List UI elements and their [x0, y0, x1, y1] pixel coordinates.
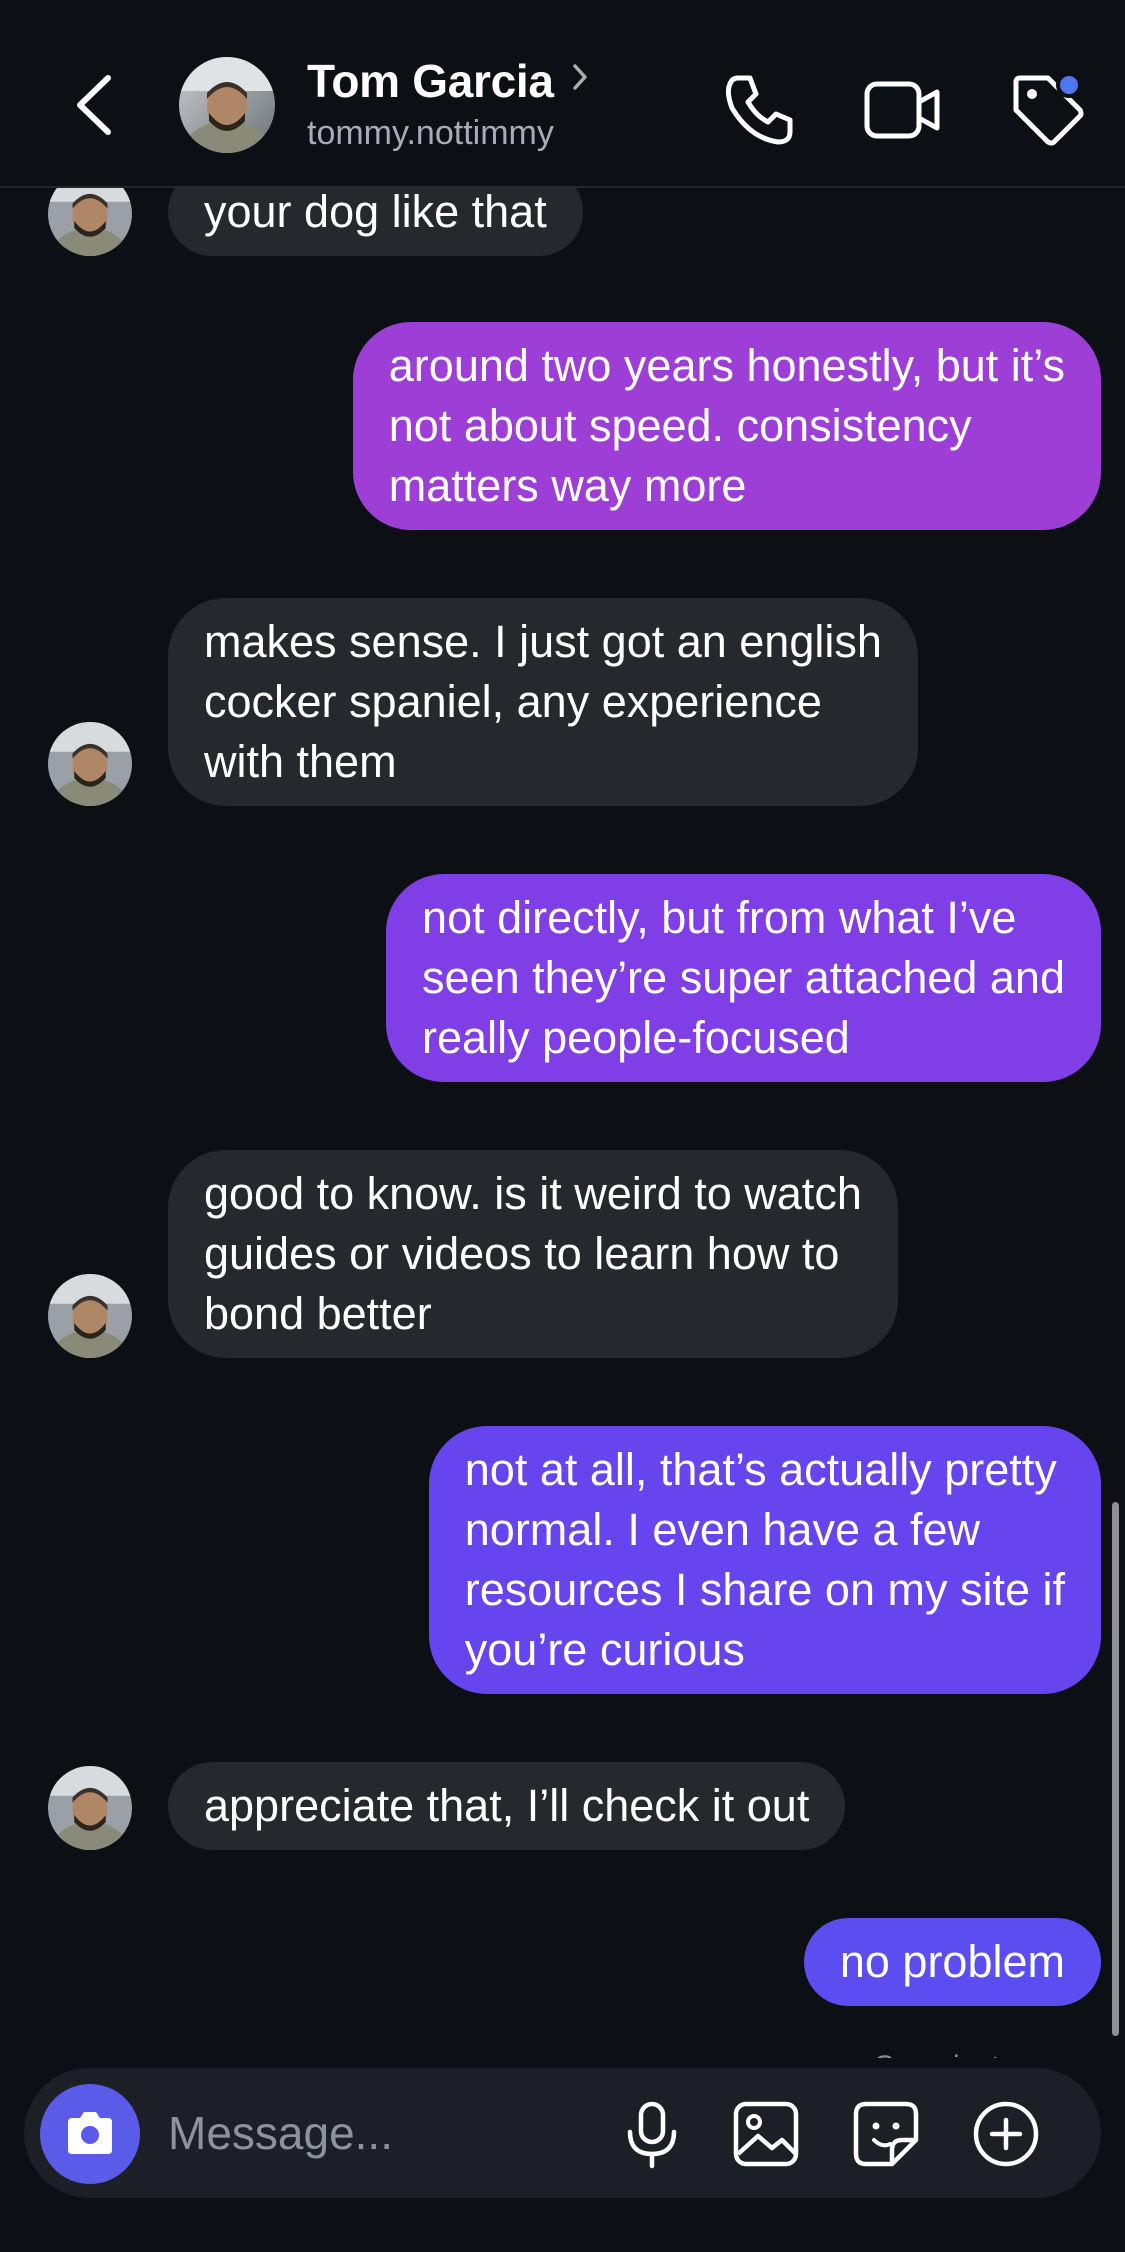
message-text-line: seen they’re super attached and [422, 952, 1065, 1003]
message-text-line: matters way more [388, 460, 747, 511]
contact-name[interactable]: Tom Garcia [307, 54, 554, 108]
message-input[interactable] [168, 2102, 588, 2164]
incoming-message[interactable]: appreciate that, I’ll check it out [168, 1762, 846, 1850]
voice-message-button[interactable] [616, 2098, 688, 2170]
sender-avatar[interactable] [48, 1766, 132, 1850]
message-text-line: good to know. is it weird to watch [204, 1168, 862, 1219]
message-text-line: guides or videos to learn how to [204, 1228, 840, 1279]
sender-avatar[interactable] [48, 722, 132, 806]
voice-call-button[interactable] [718, 70, 798, 150]
camera-button[interactable] [40, 2084, 140, 2184]
message-text-line: not directly, but from what I’ve [422, 892, 1017, 943]
message-text-line: resources I share on my site if [464, 1564, 1065, 1615]
sender-avatar[interactable] [48, 1274, 132, 1358]
more-options-button[interactable] [970, 2098, 1042, 2170]
chevron-right-icon [572, 63, 588, 96]
video-call-button[interactable] [862, 70, 942, 150]
message-text-line: makes sense. I just got an english [204, 616, 882, 667]
contact-username: tommy.nottimmy [307, 114, 554, 152]
message-text-line: cocker spaniel, any experience [204, 676, 822, 727]
microphone-icon [627, 2101, 677, 2169]
outgoing-message[interactable]: no problem [803, 1918, 1101, 2006]
home-indicator [426, 2228, 700, 2238]
message-text-line: bond better [204, 1288, 432, 1339]
outgoing-message[interactable]: around two years honestly, but it’s not a… [352, 322, 1101, 530]
incoming-message[interactable]: your dog like that [168, 188, 583, 256]
sender-avatar[interactable] [48, 188, 132, 256]
message-text-line: not at all, that’s actually pretty [464, 1444, 1057, 1495]
video-camera-icon [864, 81, 940, 139]
phone-icon [725, 75, 793, 145]
message-text-line: no problem [839, 1936, 1065, 1987]
gallery-icon [733, 2101, 799, 2167]
outgoing-message[interactable]: not directly, but from what I’ve seen the… [386, 874, 1101, 1082]
message-text-line: appreciate that, I’ll check it out [204, 1780, 810, 1831]
gallery-button[interactable] [730, 2098, 802, 2170]
contact-avatar[interactable] [179, 57, 275, 153]
message-text-line: normal. I even have a few [464, 1504, 981, 1555]
notification-dot [1056, 72, 1082, 98]
chevron-left-icon [77, 75, 111, 135]
scrollbar[interactable] [1112, 1502, 1119, 2036]
message-text-line: your dog like that [204, 188, 547, 237]
contact-info[interactable]: Tom Garcia tommy.nottimmy [307, 54, 588, 153]
message-text-line: with them [204, 736, 397, 787]
message-text-line: you’re curious [464, 1624, 745, 1675]
message-text-line: really people-focused [422, 1012, 850, 1063]
seen-status: Seen just now [875, 2050, 1063, 2058]
camera-icon [68, 2112, 112, 2154]
sticker-button[interactable] [850, 2098, 922, 2170]
message-composer [24, 2068, 1101, 2198]
incoming-message[interactable]: makes sense. I just got an english cocker… [168, 598, 918, 806]
plus-circle-icon [973, 2101, 1039, 2167]
sticker-icon [853, 2101, 919, 2167]
outgoing-message[interactable]: not at all, that’s actually pretty normal… [428, 1426, 1101, 1694]
message-thread[interactable]: your dog like that around two years hones… [0, 188, 1125, 2058]
back-button[interactable] [66, 70, 126, 140]
message-text-line: not about speed. consistency [388, 400, 972, 451]
avatar-photo [179, 57, 275, 153]
incoming-message[interactable]: good to know. is it weird to watch guides… [168, 1150, 898, 1358]
message-text-line: around two years honestly, but it’s [388, 340, 1065, 391]
dm-screen: Tom Garcia tommy.nottimmy your dog like … [0, 0, 1125, 2252]
chat-header: Tom Garcia tommy.nottimmy [0, 0, 1125, 188]
